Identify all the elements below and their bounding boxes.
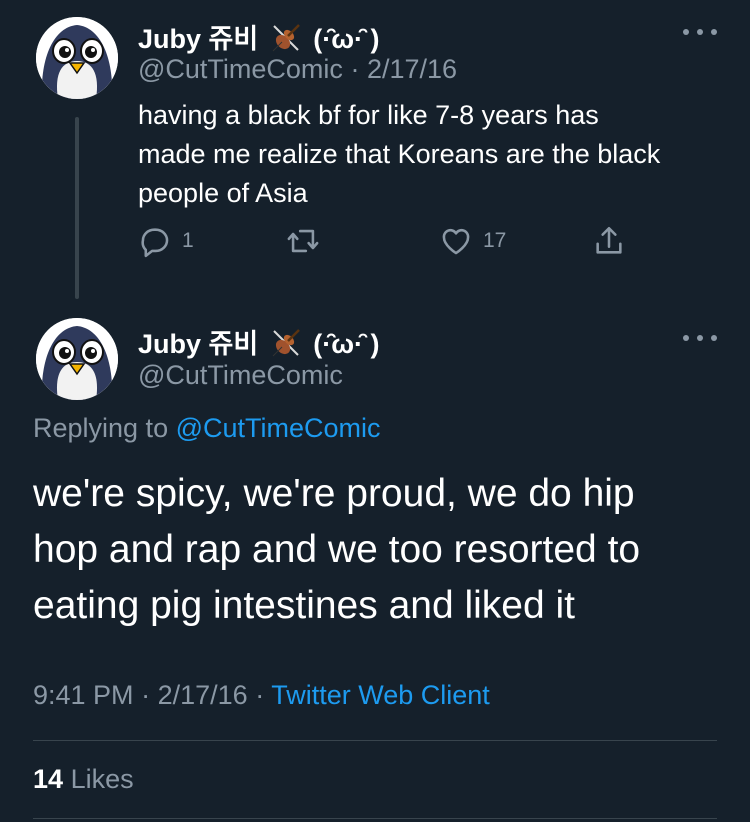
author-handle-text: @CutTimeComic (138, 360, 343, 390)
avatar[interactable] (36, 318, 118, 400)
tweet-time[interactable]: 9:41 PM (33, 680, 134, 710)
likes-label: Likes (70, 764, 134, 794)
replying-to-label: Replying to (33, 413, 169, 443)
violin-emoji-icon (272, 329, 300, 357)
author-name-row[interactable]: Juby 쥬비 (·̑̑ω·̑ ) (138, 322, 380, 361)
display-name[interactable]: Juby 쥬비 (·̑̑ω·̑ ) (138, 322, 380, 361)
tweet-text-line: eating pig intestines and liked it (33, 584, 576, 627)
separator-dot: · (255, 680, 265, 710)
client-link[interactable]: Twitter Web Client (271, 680, 490, 710)
reply-tweet: Juby 쥬비 (·̑̑ω·̑ ) @CutTimeComic Replying… (0, 0, 750, 822)
replying-to-mention-link[interactable]: @CutTimeComic (176, 413, 381, 443)
separator-dot: · (141, 680, 151, 710)
divider (33, 818, 717, 819)
divider (33, 740, 717, 741)
tweet-meta-row: 9:41 PM · 2/17/16 · Twitter Web Client (33, 680, 490, 711)
tweet-text-line: hop and rap and we too resorted to (33, 528, 641, 571)
kaomoji-text: (·̑̑ω·̑ ) (313, 329, 380, 359)
tweet-date[interactable]: 2/17/16 (158, 680, 248, 710)
main-tweet-text: we're spicy, we're proud, we do hip hop … (33, 466, 723, 634)
display-name-text: Juby 쥬비 (138, 329, 259, 359)
author-handle[interactable]: @CutTimeComic (138, 360, 343, 391)
replying-to-line: Replying to @CutTimeComic (33, 413, 381, 444)
tweet-text-line: we're spicy, we're proud, we do hip (33, 472, 635, 515)
penguin-avatar-image (36, 318, 118, 400)
likes-count: 14 (33, 764, 64, 794)
likes-summary[interactable]: 14 Likes (33, 764, 134, 795)
more-dots-icon[interactable] (683, 332, 717, 344)
